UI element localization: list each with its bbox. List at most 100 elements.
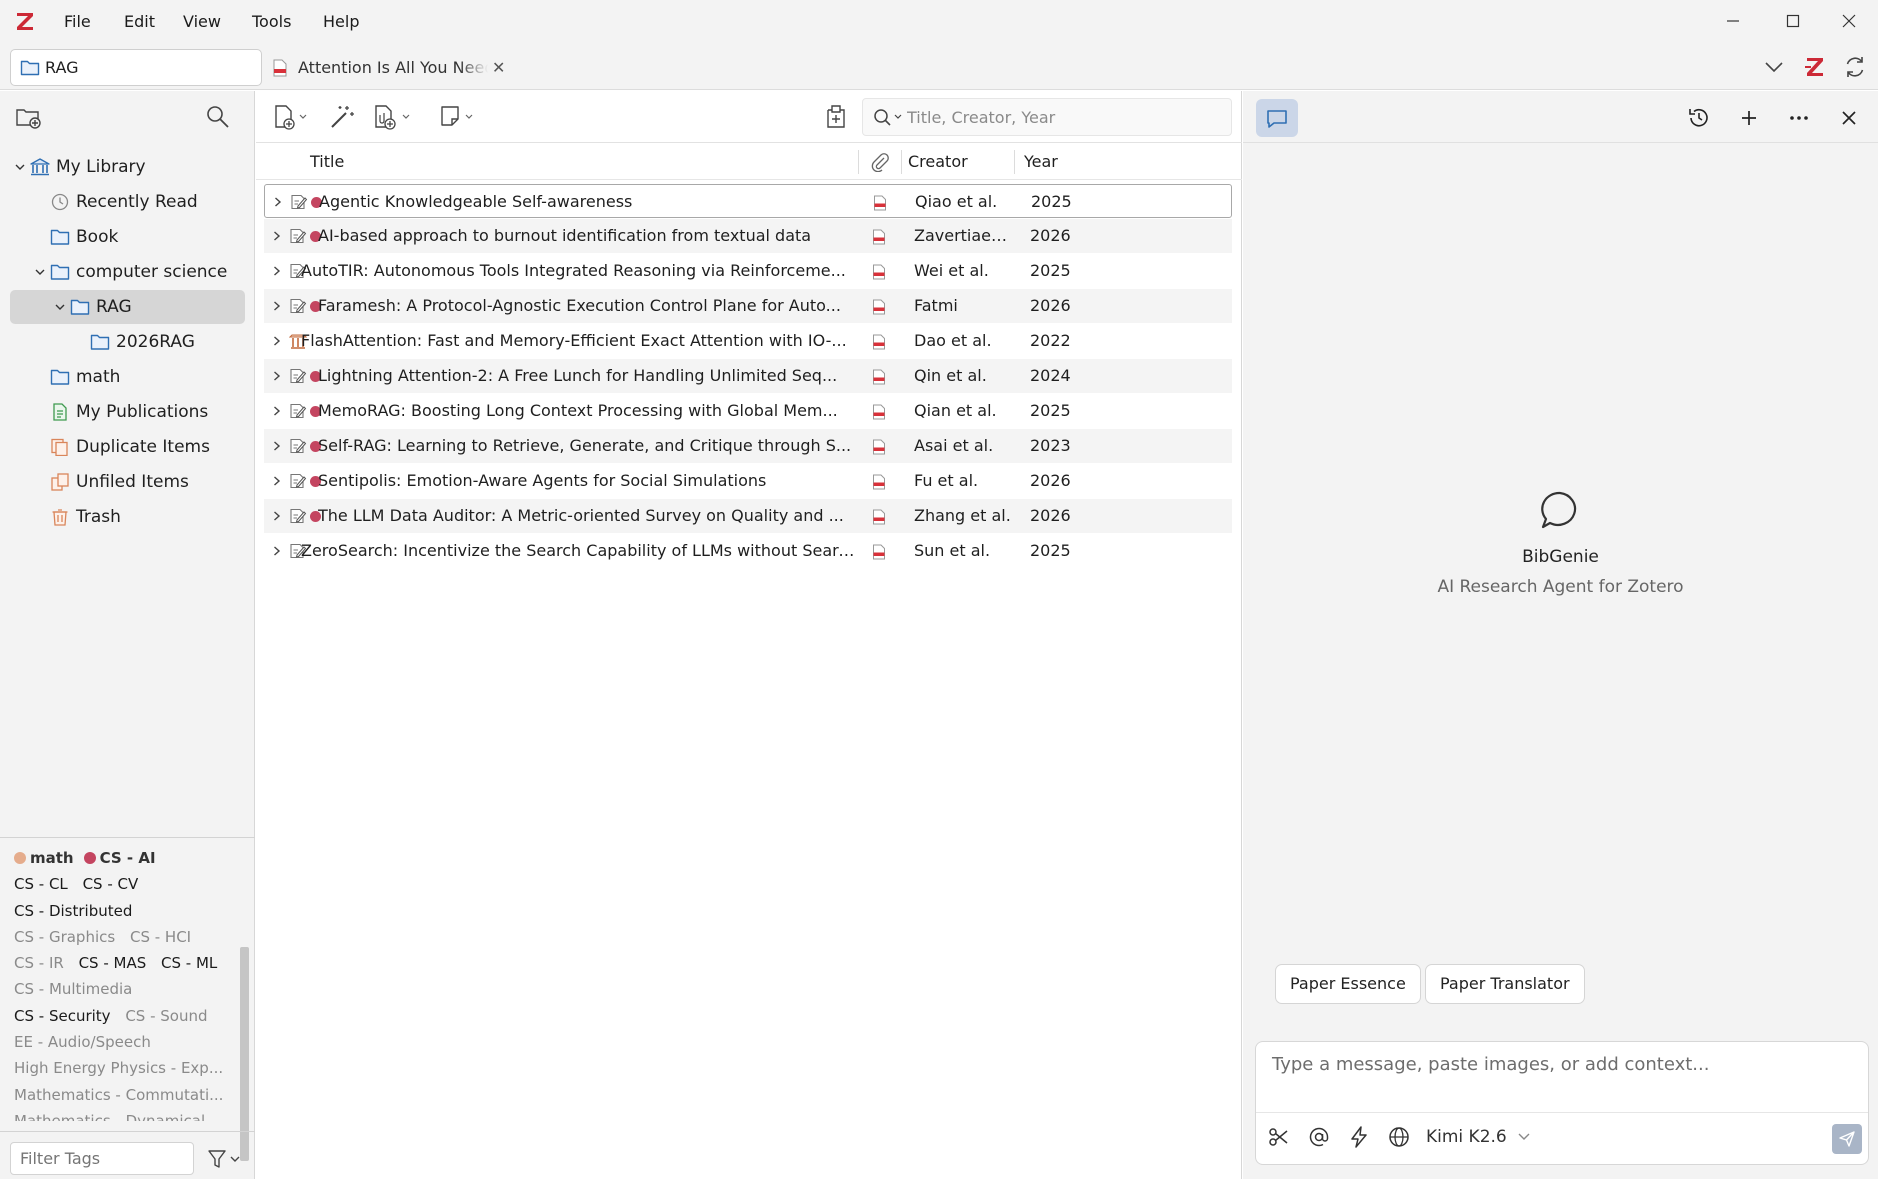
collection-item[interactable]: 2026RAG: [0, 325, 255, 359]
maximize-button[interactable]: [1770, 6, 1816, 38]
column-divider[interactable]: [1014, 150, 1015, 174]
menu-help[interactable]: Help: [323, 0, 359, 44]
table-row[interactable]: AI-based approach to burnout identificat…: [264, 219, 1232, 253]
menu-edit[interactable]: Edit: [124, 0, 155, 44]
tag-item[interactable]: CS - Distributed: [14, 902, 132, 920]
tag-item[interactable]: CS - Graphics: [14, 928, 115, 946]
table-row[interactable]: ZeroSearch: Incentivize the Search Capab…: [264, 534, 1232, 568]
colored-tag[interactable]: CS - AI: [83, 849, 156, 867]
tab-list-chevron-icon[interactable]: [1761, 54, 1787, 80]
colored-tag[interactable]: math: [14, 849, 74, 867]
pdf-attachment-icon[interactable]: [872, 439, 886, 455]
collection-item[interactable]: Duplicate Items: [0, 430, 255, 464]
new-note-icon[interactable]: [438, 103, 478, 131]
table-row[interactable]: AutoTIR: Autonomous Tools Integrated Rea…: [264, 254, 1232, 288]
table-row[interactable]: Self-RAG: Learning to Retrieve, Generate…: [264, 429, 1232, 463]
paper-translator-button[interactable]: Paper Translator: [1425, 964, 1585, 1004]
filter-tags-input[interactable]: [10, 1142, 194, 1175]
chevron-right-icon[interactable]: [273, 196, 283, 208]
column-header-title[interactable]: Title: [310, 144, 344, 180]
pdf-attachment-icon[interactable]: [872, 369, 886, 385]
message-input[interactable]: Type a message, paste images, or add con…: [1272, 1054, 1709, 1075]
collection-item[interactable]: Book: [0, 220, 255, 254]
table-row[interactable]: The LLM Data Auditor: A Metric-oriented …: [264, 499, 1232, 533]
new-item-icon[interactable]: [272, 103, 312, 131]
pdf-attachment-icon[interactable]: [872, 229, 886, 245]
tab-reader[interactable]: Attention Is All You Need ✕: [272, 49, 512, 86]
tag-scrollbar[interactable]: [240, 947, 249, 1161]
table-row[interactable]: MemoRAG: Boosting Long Context Processin…: [264, 394, 1232, 428]
column-divider[interactable]: [901, 150, 902, 174]
pdf-attachment-icon[interactable]: [872, 264, 886, 280]
filter-collections-search-icon[interactable]: [204, 103, 232, 131]
chevron-down-icon[interactable]: [34, 266, 46, 278]
locate-item-icon[interactable]: [822, 103, 850, 131]
globe-icon[interactable]: [1386, 1124, 1412, 1150]
zotero-sync-logo-icon[interactable]: [1802, 54, 1828, 80]
collection-item[interactable]: Unfiled Items: [0, 465, 255, 499]
collection-item[interactable]: Recently Read: [0, 185, 255, 219]
tag-item[interactable]: Mathematics - Commutati...: [14, 1086, 223, 1104]
pdf-attachment-icon[interactable]: [873, 195, 887, 211]
collection-item[interactable]: My Publications: [0, 395, 255, 429]
close-pane-icon[interactable]: [1836, 105, 1862, 131]
chevron-right-icon[interactable]: [272, 475, 282, 487]
tag-item[interactable]: CS - CV: [83, 875, 139, 893]
chevron-down-icon[interactable]: [14, 161, 26, 173]
chevron-right-icon[interactable]: [272, 300, 282, 312]
paper-essence-button[interactable]: Paper Essence: [1275, 964, 1421, 1004]
tab-library[interactable]: RAG: [10, 49, 262, 86]
tag-item[interactable]: CS - IR: [14, 954, 64, 972]
chevron-right-icon[interactable]: [272, 230, 282, 242]
tag-item[interactable]: High Energy Physics - Exp...: [14, 1059, 223, 1077]
sync-icon[interactable]: [1842, 54, 1868, 80]
collection-item[interactable]: My Library: [0, 150, 255, 184]
minimize-button[interactable]: [1710, 6, 1756, 38]
table-row[interactable]: Faramesh: A Protocol-Agnostic Execution …: [264, 289, 1232, 323]
attachment-column-paperclip-icon[interactable]: [870, 152, 890, 172]
tag-item[interactable]: CS - MAS: [79, 954, 147, 972]
search-box[interactable]: [862, 98, 1232, 136]
new-chat-plus-icon[interactable]: [1736, 105, 1762, 131]
history-icon[interactable]: [1686, 105, 1712, 131]
search-input[interactable]: [907, 103, 1217, 131]
pdf-attachment-icon[interactable]: [872, 404, 886, 420]
chevron-right-icon[interactable]: [272, 440, 282, 452]
model-selector[interactable]: Kimi K2.6: [1426, 1124, 1530, 1150]
table-row[interactable]: Sentipolis: Emotion-Aware Agents for Soc…: [264, 464, 1232, 498]
tag-item[interactable]: CS - Multimedia: [14, 980, 132, 998]
chevron-right-icon[interactable]: [272, 335, 282, 347]
chevron-right-icon[interactable]: [272, 370, 282, 382]
tag-item[interactable]: EE - Audio/Speech: [14, 1033, 151, 1051]
table-row[interactable]: Agentic Knowledgeable Self-awareness Qiao…: [264, 184, 1232, 218]
table-row[interactable]: Lightning Attention-2: A Free Lunch for …: [264, 359, 1232, 393]
table-row[interactable]: FlashAttention: Fast and Memory-Efficien…: [264, 324, 1232, 358]
pdf-attachment-icon[interactable]: [872, 299, 886, 315]
collection-item[interactable]: math: [0, 360, 255, 394]
collection-item[interactable]: RAG: [0, 290, 255, 324]
tag-item[interactable]: CS - Sound: [125, 1007, 207, 1025]
tag-item[interactable]: Mathematics - Dynamical: [14, 1112, 205, 1121]
pdf-attachment-icon[interactable]: [872, 509, 886, 525]
column-header-year[interactable]: Year: [1024, 144, 1058, 180]
tag-item[interactable]: CS - ML: [161, 954, 217, 972]
chevron-right-icon[interactable]: [272, 545, 282, 557]
chat-tab-icon[interactable]: [1256, 99, 1298, 137]
tag-item[interactable]: CS - HCI: [130, 928, 191, 946]
send-button[interactable]: [1832, 1124, 1862, 1154]
close-tab-icon[interactable]: ✕: [492, 49, 505, 86]
tag-filter-menu-icon[interactable]: [206, 1147, 242, 1171]
pdf-attachment-icon[interactable]: [872, 474, 886, 490]
add-by-identifier-wand-icon[interactable]: [328, 103, 356, 131]
mention-at-icon[interactable]: [1306, 1124, 1332, 1150]
close-window-button[interactable]: [1826, 6, 1872, 38]
search-icon[interactable]: [873, 108, 903, 128]
collection-item[interactable]: computer science: [0, 255, 255, 289]
menu-file[interactable]: File: [64, 0, 91, 44]
column-header-creator[interactable]: Creator: [908, 144, 968, 180]
pdf-attachment-icon[interactable]: [872, 334, 886, 350]
lightning-icon[interactable]: [1346, 1124, 1372, 1150]
add-attachment-icon[interactable]: [372, 103, 416, 131]
tag-item[interactable]: CS - CL: [14, 875, 68, 893]
menu-view[interactable]: View: [183, 0, 221, 44]
